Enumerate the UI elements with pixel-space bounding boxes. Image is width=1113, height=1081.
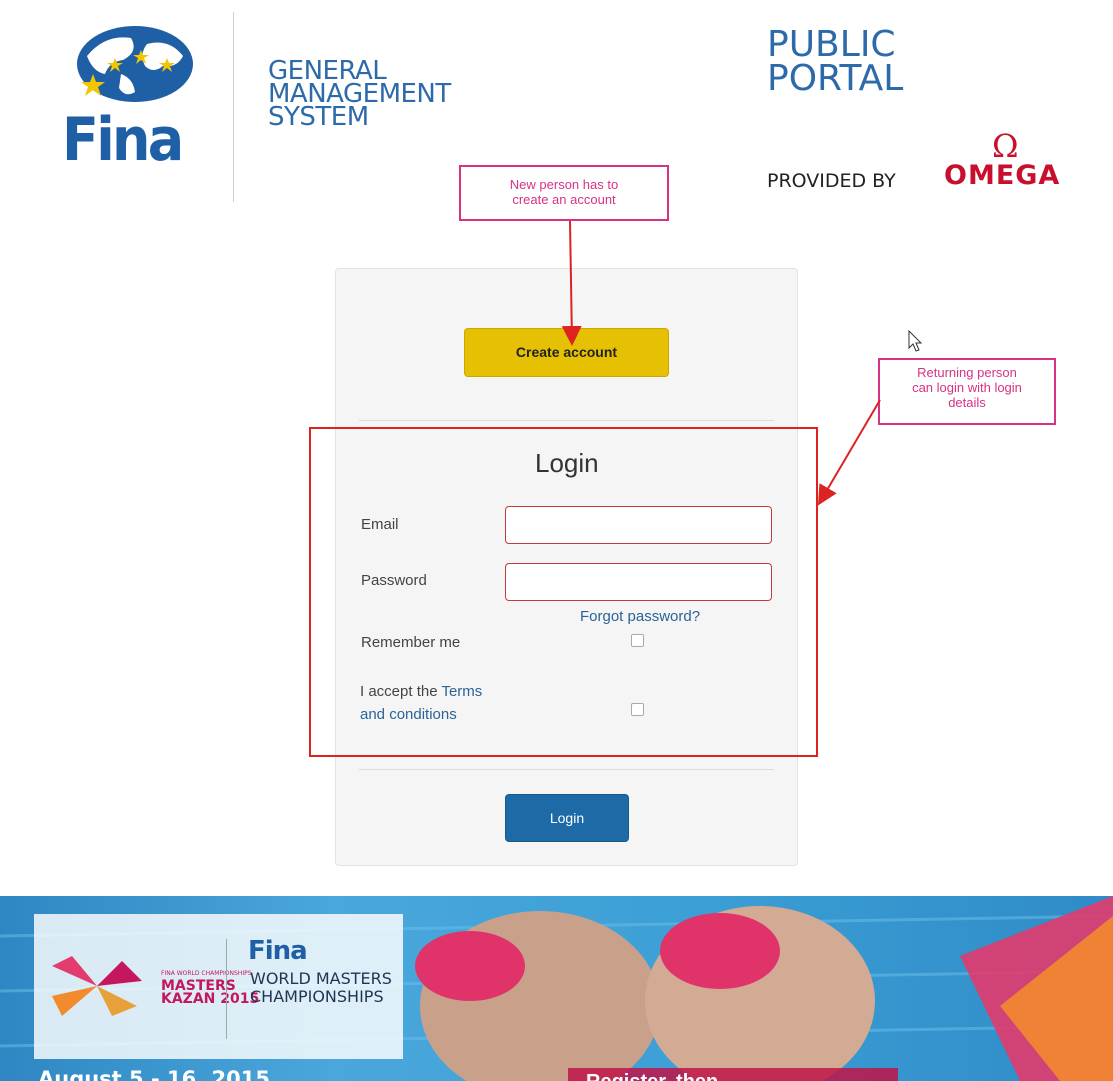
arrow-to-login-box	[817, 399, 881, 506]
portal-title-line: PUBLIC	[767, 24, 896, 65]
event-small-caption: FINA WORLD CHAMPIONSHIPS	[161, 970, 252, 977]
callout-line: Returning person	[917, 365, 1017, 380]
panel-divider	[359, 420, 774, 421]
panel-divider	[359, 769, 774, 770]
system-title-line: SYSTEM	[268, 102, 369, 132]
callout-line: New person has to	[509, 177, 619, 192]
fina-small-logo-text: Fina	[248, 936, 308, 966]
event-banner: FINA WORLD CHAMPIONSHIPS MASTERS KAZAN 2…	[0, 896, 1113, 1081]
provided-by-label: PROVIDED BY	[767, 170, 896, 192]
callout-line: create an account	[512, 192, 616, 207]
omega-logo-text: OMEGA	[944, 160, 1061, 191]
championship-line: CHAMPIONSHIPS	[250, 987, 384, 1006]
new-person-callout: New person has to create an account	[459, 165, 669, 221]
callout-line: can login with login	[912, 380, 1022, 395]
returning-person-callout: Returning person can login with login de…	[878, 358, 1056, 425]
championship-logo-card: FINA WORLD CHAMPIONSHIPS MASTERS KAZAN 2…	[34, 914, 403, 1059]
portal-title: PUBLIC PORTAL	[767, 24, 904, 99]
callout-line: details	[948, 395, 986, 410]
fina-logo-text: Fina	[62, 105, 184, 175]
mouse-cursor-icon	[908, 330, 923, 352]
login-highlight-box	[309, 427, 818, 757]
system-title: GENERAL MANAGEMENT SYSTEM	[268, 58, 451, 132]
event-title-line: KAZAN 2015	[161, 991, 260, 1007]
event-title: MASTERS KAZAN 2015	[161, 979, 260, 1007]
login-button[interactable]: Login	[505, 794, 629, 842]
event-dates: August 5 - 16, 2015	[38, 1067, 270, 1081]
card-divider	[226, 939, 227, 1039]
portal-title-line: PORTAL	[767, 58, 904, 99]
championship-line: WORLD MASTERS	[250, 969, 392, 988]
header-divider	[233, 12, 234, 202]
championship-name: WORLD MASTERS CHAMPIONSHIPS	[250, 970, 392, 1006]
banner-teaser: Register, then...	[568, 1068, 898, 1081]
create-account-button[interactable]: Create account	[464, 328, 669, 377]
kazan-masters-logo-icon	[52, 956, 142, 1016]
